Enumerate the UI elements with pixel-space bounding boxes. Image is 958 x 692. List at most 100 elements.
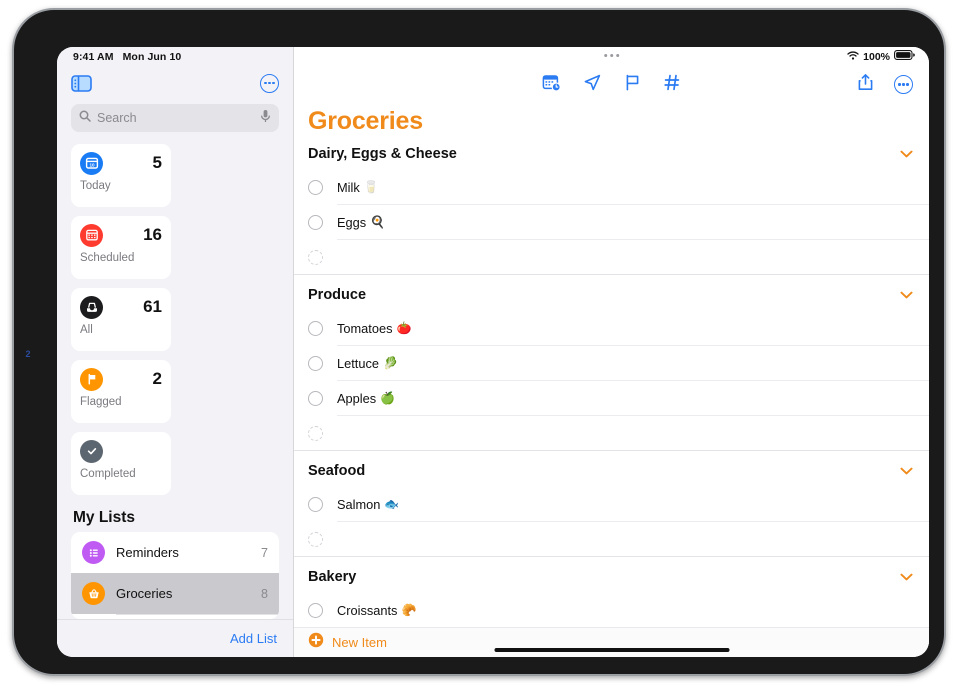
flag-outline-icon[interactable]: [624, 73, 641, 97]
location-arrow-icon[interactable]: [583, 73, 602, 97]
chevron-down-icon[interactable]: [900, 462, 913, 480]
content-status-bar: 100%: [294, 47, 929, 64]
item-emoji: 🍏: [380, 391, 396, 405]
section-header-produce[interactable]: Produce: [294, 274, 929, 311]
checkbox-circle-icon[interactable]: [308, 320, 323, 336]
smart-card-label: Today: [80, 180, 111, 192]
flag-icon: [80, 367, 103, 391]
section-header-seafood[interactable]: Seafood: [294, 450, 929, 487]
status-right-group: 100%: [847, 50, 915, 63]
item-text: Lettuce: [337, 355, 379, 371]
item-emoji: 🥛: [363, 180, 379, 194]
device-frame: 2 9:41 AM Mon Jun 10 Search 10 5 Today 1…: [12, 8, 946, 676]
bezel-annotation-marker: 2: [25, 349, 31, 359]
smart-card-count: 2: [152, 369, 162, 388]
reminders-scroll-area[interactable]: Dairy, Eggs & Cheese Milk 🥛 Eggs 🍳 Produ…: [294, 136, 929, 627]
home-indicator[interactable]: [494, 647, 729, 652]
toolbar-center-group: [542, 73, 682, 97]
sidebar-toolbar: [57, 64, 293, 102]
list-bullet-icon: [82, 541, 105, 564]
smart-card-today[interactable]: 10 5 Today: [71, 144, 171, 207]
main-content: 100% Groceries Dairy, Eggs & Cheese Milk…: [294, 47, 929, 657]
list-item-placeholder[interactable]: [294, 416, 929, 450]
scheduled-calendar-icon: [80, 223, 103, 247]
checkbox-circle-icon[interactable]: [308, 531, 323, 547]
list-item-placeholder[interactable]: [294, 522, 929, 556]
smart-card-label: Completed: [80, 468, 136, 480]
smart-card-label: Flagged: [80, 396, 122, 408]
section-title: Seafood: [308, 463, 366, 479]
checkbox-circle-icon[interactable]: [308, 179, 323, 195]
smart-card-label: Scheduled: [80, 252, 135, 264]
basket-icon: [82, 582, 105, 605]
item-text: Apples: [337, 390, 377, 406]
checkmark-icon: [80, 439, 103, 463]
search-input[interactable]: Search: [71, 104, 279, 132]
toolbar-right-group: [857, 73, 913, 97]
chevron-down-icon[interactable]: [900, 286, 913, 304]
smart-card-flagged[interactable]: 2 Flagged: [71, 360, 171, 423]
item-text: Milk: [337, 179, 360, 195]
chevron-down-icon[interactable]: [900, 568, 913, 586]
item-text: Croissants: [337, 602, 398, 618]
sidebar-more-options-icon[interactable]: [260, 73, 279, 93]
content-more-options-icon[interactable]: [894, 75, 913, 94]
list-item[interactable]: Lettuce 🥬: [294, 346, 929, 380]
item-emoji: 🥐: [401, 603, 417, 617]
list-item-placeholder[interactable]: [294, 240, 929, 274]
calendar-clock-icon[interactable]: [542, 73, 561, 97]
checkbox-circle-icon[interactable]: [308, 602, 323, 618]
section-title: Produce: [308, 287, 367, 303]
sidebar-item-groceries[interactable]: Groceries 8: [71, 573, 279, 614]
svg-text:10: 10: [89, 162, 95, 167]
smart-card-all[interactable]: 61 All: [71, 288, 171, 351]
sidebar-toggle-icon[interactable]: [71, 74, 92, 92]
checkbox-circle-icon[interactable]: [308, 496, 323, 512]
search-placeholder: Search: [97, 111, 137, 125]
chevron-down-icon[interactable]: [900, 145, 913, 163]
section-title: Dairy, Eggs & Cheese: [308, 146, 457, 162]
checkbox-circle-icon[interactable]: [308, 390, 323, 406]
checkbox-circle-icon[interactable]: [308, 249, 323, 265]
list-item[interactable]: Tomatoes 🍅: [294, 311, 929, 345]
list-item[interactable]: Milk 🥛: [294, 170, 929, 204]
all-inbox-icon: [80, 295, 103, 319]
smart-card-completed[interactable]: Completed: [71, 432, 171, 495]
sidebar-item-label: Groceries: [116, 586, 173, 601]
sidebar-item-count: 8: [261, 586, 268, 601]
sidebar-item-reminders[interactable]: Reminders 7: [71, 532, 279, 573]
item-emoji: 🐟: [384, 497, 400, 511]
sidebar-item-family[interactable]: Family 7: [71, 615, 279, 619]
section-header-dairy[interactable]: Dairy, Eggs & Cheese: [294, 136, 929, 170]
list-item[interactable]: Eggs 🍳: [294, 205, 929, 239]
checkbox-circle-icon[interactable]: [308, 214, 323, 230]
microphone-icon[interactable]: [260, 109, 271, 128]
smart-card-scheduled[interactable]: 16 Scheduled: [71, 216, 171, 279]
list-item[interactable]: Croissants 🥐: [294, 593, 929, 627]
add-circle-icon[interactable]: [308, 632, 324, 653]
sidebar-item-label: Reminders: [116, 545, 179, 560]
sidebar-status-bar: 9:41 AM Mon Jun 10: [57, 47, 293, 64]
new-item-label: New Item: [332, 635, 387, 650]
my-lists-container: Reminders 7 Groceries 8: [71, 532, 279, 619]
page-title: Groceries: [308, 107, 423, 135]
list-item[interactable]: Salmon 🐟: [294, 487, 929, 521]
add-list-button[interactable]: Add List: [230, 631, 277, 646]
hashtag-icon[interactable]: [663, 73, 682, 97]
checkbox-circle-icon[interactable]: [308, 355, 323, 371]
item-text: Salmon: [337, 496, 381, 512]
smart-card-count: 16: [143, 225, 162, 244]
checkbox-circle-icon[interactable]: [308, 425, 323, 441]
wifi-icon: [847, 50, 859, 63]
section-title: Bakery: [308, 569, 357, 585]
search-icon: [79, 109, 91, 127]
sidebar-item-count: 7: [261, 545, 268, 560]
new-item-button[interactable]: New Item: [294, 627, 929, 657]
item-text: Tomatoes: [337, 320, 393, 336]
share-icon[interactable]: [857, 73, 874, 97]
multitask-dots-icon[interactable]: [603, 54, 620, 58]
item-emoji: 🍳: [370, 215, 386, 229]
section-header-bakery[interactable]: Bakery: [294, 556, 929, 593]
list-item[interactable]: Apples 🍏: [294, 381, 929, 415]
status-time: 9:41 AM: [73, 50, 114, 63]
